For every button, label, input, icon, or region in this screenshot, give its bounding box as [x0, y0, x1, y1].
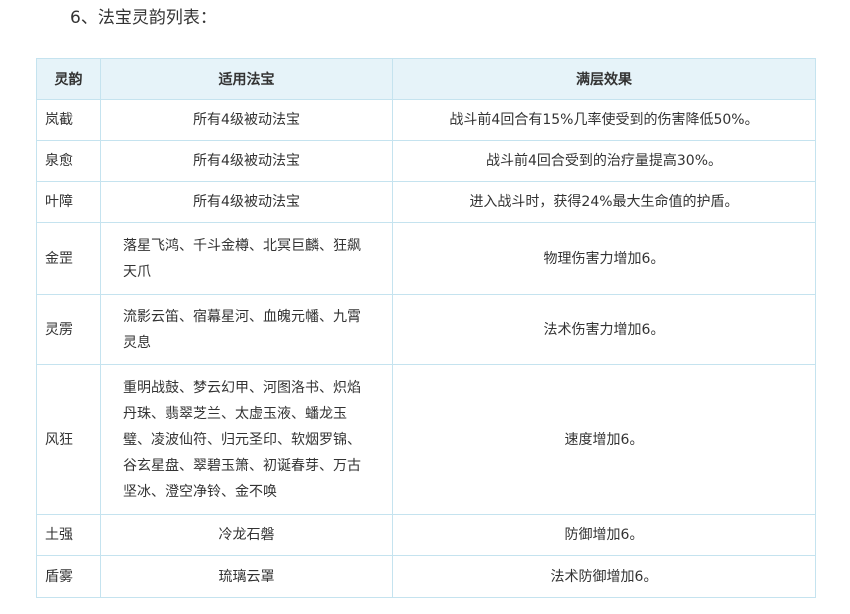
header-max-effect: 满层效果 — [392, 58, 816, 100]
aura-name: 岚截 — [36, 99, 101, 141]
max-effect: 防御增加6。 — [392, 514, 816, 556]
max-effect: 法术防御增加6。 — [392, 555, 816, 598]
aura-name: 盾雾 — [36, 555, 101, 598]
applicable-treasure: 所有4级被动法宝 — [100, 181, 393, 223]
applicable-treasure: 琉璃云罩 — [100, 555, 393, 598]
aura-name: 金罡 — [36, 222, 101, 295]
table-row: 金罡 落星飞鸿、千斗金樽、北冥巨麟、狂飙天爪 物理伤害力增加6。 — [36, 222, 816, 295]
treasure-aura-table: 灵韵 适用法宝 满层效果 岚截 所有4级被动法宝 战斗前4回合有15%几率使受到… — [36, 58, 816, 598]
aura-name: 泉愈 — [36, 140, 101, 182]
aura-name: 风狂 — [36, 364, 101, 515]
applicable-treasure: 流影云笛、宿幕星河、血魄元幡、九霄灵息 — [100, 294, 393, 365]
aura-name: 叶障 — [36, 181, 101, 223]
max-effect: 法术伤害力增加6。 — [392, 294, 816, 365]
table-row: 风狂 重明战鼓、梦云幻甲、河图洛书、炽焰丹珠、翡翠芝兰、太虚玉液、蟠龙玉璧、凌波… — [36, 364, 816, 515]
table-row: 岚截 所有4级被动法宝 战斗前4回合有15%几率使受到的伤害降低50%。 — [36, 99, 816, 141]
aura-name: 土强 — [36, 514, 101, 556]
table-row: 土强 冷龙石磐 防御增加6。 — [36, 514, 816, 556]
header-aura: 灵韵 — [36, 58, 101, 100]
max-effect: 物理伤害力增加6。 — [392, 222, 816, 295]
aura-name: 灵雳 — [36, 294, 101, 365]
max-effect: 战斗前4回合受到的治疗量提高30%。 — [392, 140, 816, 182]
applicable-treasure: 所有4级被动法宝 — [100, 140, 393, 182]
applicable-treasure: 落星飞鸿、千斗金樽、北冥巨麟、狂飙天爪 — [100, 222, 393, 295]
applicable-treasure: 所有4级被动法宝 — [100, 99, 393, 141]
max-effect: 进入战斗时，获得24%最大生命值的护盾。 — [392, 181, 816, 223]
table-row: 灵雳 流影云笛、宿幕星河、血魄元幡、九霄灵息 法术伤害力增加6。 — [36, 294, 816, 365]
table-row: 泉愈 所有4级被动法宝 战斗前4回合受到的治疗量提高30%。 — [36, 140, 816, 182]
header-applicable-treasure: 适用法宝 — [100, 58, 393, 100]
max-effect: 速度增加6。 — [392, 364, 816, 515]
applicable-treasure: 重明战鼓、梦云幻甲、河图洛书、炽焰丹珠、翡翠芝兰、太虚玉液、蟠龙玉璧、凌波仙符、… — [100, 364, 393, 515]
table-header-row: 灵韵 适用法宝 满层效果 — [36, 58, 816, 100]
applicable-treasure: 冷龙石磐 — [100, 514, 393, 556]
table-row: 叶障 所有4级被动法宝 进入战斗时，获得24%最大生命值的护盾。 — [36, 181, 816, 223]
max-effect: 战斗前4回合有15%几率使受到的伤害降低50%。 — [392, 99, 816, 141]
section-heading: 6、法宝灵韵列表： — [70, 8, 217, 28]
table-row: 盾雾 琉璃云罩 法术防御增加6。 — [36, 555, 816, 598]
